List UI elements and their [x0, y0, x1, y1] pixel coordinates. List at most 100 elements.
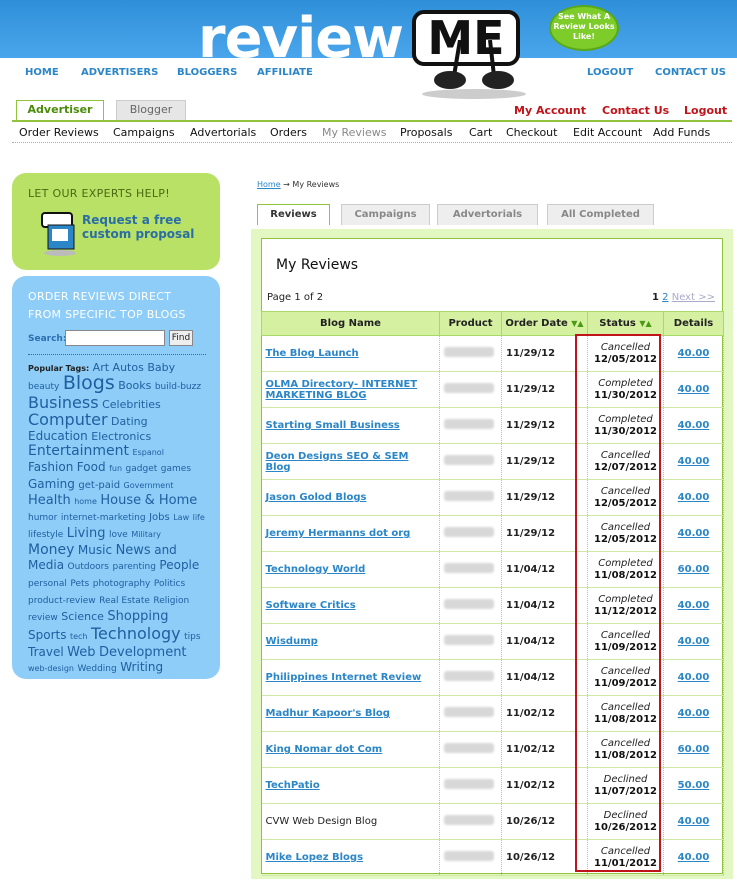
- request-proposal-link[interactable]: Request a free custom proposal: [82, 213, 212, 241]
- find-button[interactable]: Find: [169, 330, 193, 346]
- blog-name-link[interactable]: OLMA Directory- INTERNET MARKETING BLOG: [261, 371, 440, 408]
- tag-link[interactable]: Development: [99, 645, 187, 660]
- details-link[interactable]: 40.00: [663, 515, 724, 552]
- details-link[interactable]: 40.00: [663, 839, 724, 876]
- blog-name-link[interactable]: Software Critics: [261, 587, 440, 624]
- subnav-campaigns[interactable]: Campaigns: [113, 126, 175, 139]
- blog-name-link[interactable]: Wisdump: [261, 623, 440, 660]
- subnav-my-reviews[interactable]: My Reviews: [322, 126, 386, 139]
- logo-text[interactable]: review: [198, 10, 403, 58]
- tab-advertiser[interactable]: Advertiser: [16, 100, 104, 120]
- tag-link[interactable]: Technology: [91, 624, 181, 643]
- subnav-orders[interactable]: Orders: [270, 126, 307, 139]
- details-link[interactable]: 40.00: [663, 479, 724, 516]
- tag-link[interactable]: Religion: [153, 596, 189, 606]
- tag-link[interactable]: Sports: [28, 628, 66, 642]
- nav-affiliate[interactable]: AFFILIATE: [257, 67, 313, 78]
- subnav-advertorials[interactable]: Advertorials: [190, 126, 256, 139]
- page-2[interactable]: 2: [662, 292, 668, 303]
- tag-link[interactable]: Education: [28, 429, 88, 443]
- tag-link[interactable]: life: [193, 513, 205, 522]
- tag-link[interactable]: Outdoors: [68, 562, 109, 572]
- tag-link[interactable]: build-buzz: [155, 382, 201, 392]
- tag-link[interactable]: tips: [184, 632, 200, 642]
- blog-name-link[interactable]: TechPatio: [261, 767, 440, 804]
- blog-name-link[interactable]: Mike Lopez Blogs: [261, 839, 440, 876]
- contact-us-link[interactable]: Contact Us: [602, 104, 669, 117]
- tag-link[interactable]: People: [159, 558, 199, 572]
- tab-advertorials[interactable]: Advertorials: [437, 204, 538, 225]
- tag-link[interactable]: Law: [173, 513, 189, 522]
- tag-link[interactable]: web-design: [28, 664, 74, 673]
- tag-link[interactable]: games: [161, 464, 191, 474]
- tag-link[interactable]: get-paid: [78, 480, 120, 491]
- tag-link[interactable]: Jobs: [149, 512, 170, 523]
- col-order-date[interactable]: Order Date ▼▲: [501, 311, 588, 336]
- breadcrumb-home[interactable]: Home: [257, 180, 281, 189]
- tag-link[interactable]: & Home: [145, 493, 198, 508]
- tag-link[interactable]: Music: [78, 543, 112, 557]
- tag-link[interactable]: Electronics: [91, 430, 151, 443]
- subnav-add-funds[interactable]: Add Funds: [653, 126, 710, 139]
- tag-link[interactable]: beauty: [28, 382, 59, 392]
- details-link[interactable]: 40.00: [663, 623, 724, 660]
- tag-link[interactable]: Books: [118, 379, 151, 392]
- tag-link[interactable]: Government: [124, 481, 174, 490]
- details-link[interactable]: 40.00: [663, 443, 724, 480]
- nav-advertisers[interactable]: ADVERTISERS: [81, 67, 158, 78]
- tab-all-completed[interactable]: All Completed: [547, 204, 654, 225]
- tag-link[interactable]: Wedding: [77, 664, 116, 674]
- blog-name-link[interactable]: Technology World: [261, 551, 440, 588]
- tag-link[interactable]: Military: [131, 530, 161, 539]
- page-1[interactable]: 1: [652, 292, 659, 303]
- subnav-checkout[interactable]: Checkout: [506, 126, 557, 139]
- tag-link[interactable]: Real Estate: [99, 596, 150, 606]
- details-link[interactable]: 60.00: [663, 551, 724, 588]
- details-link[interactable]: 40.00: [663, 659, 724, 696]
- blog-name-link[interactable]: King Nomar dot Com: [261, 731, 440, 768]
- details-link[interactable]: 40.00: [663, 335, 724, 372]
- logout-link[interactable]: Logout: [684, 104, 727, 117]
- tag-link[interactable]: Espanol: [133, 448, 164, 457]
- tag-link[interactable]: Health: [28, 493, 71, 508]
- blog-name-link[interactable]: Deon Designs SEO & SEM Blog: [261, 443, 440, 480]
- blog-name-link[interactable]: Jason Golod Blogs: [261, 479, 440, 516]
- tag-link[interactable]: Politics: [154, 579, 185, 589]
- blog-name-link[interactable]: Madhur Kapoor's Blog: [261, 695, 440, 732]
- tag-link[interactable]: Pets: [70, 579, 89, 589]
- details-link[interactable]: 60.00: [663, 731, 724, 768]
- details-link[interactable]: 40.00: [663, 407, 724, 444]
- tag-link[interactable]: Science: [61, 610, 104, 623]
- tag-link[interactable]: personal: [28, 579, 67, 589]
- blog-name-link[interactable]: The Blog Launch: [261, 335, 440, 372]
- tag-link[interactable]: Celebrities: [102, 398, 161, 411]
- blog-name-link[interactable]: Starting Small Business: [261, 407, 440, 444]
- nav-contact-us[interactable]: CONTACT US: [655, 67, 726, 78]
- tag-link[interactable]: Living: [67, 526, 106, 541]
- tag-link[interactable]: House: [100, 493, 141, 508]
- tag-link[interactable]: News: [116, 543, 151, 558]
- sort-arrows-icon[interactable]: ▼▲: [639, 319, 651, 328]
- tag-link[interactable]: Baby: [147, 361, 175, 374]
- tag-link[interactable]: Computer: [28, 410, 108, 429]
- tag-link[interactable]: fun: [109, 464, 122, 473]
- tag-link[interactable]: parenting: [112, 562, 155, 572]
- subnav-proposals[interactable]: Proposals: [400, 126, 452, 139]
- tag-link[interactable]: Blogs: [63, 372, 115, 394]
- tag-link[interactable]: Fashion: [28, 460, 73, 474]
- col-status[interactable]: Status ▼▲: [587, 311, 664, 336]
- tag-link[interactable]: home: [74, 497, 97, 506]
- tag-link[interactable]: Money: [28, 542, 74, 558]
- tag-link[interactable]: product-review: [28, 596, 96, 606]
- expert-help-box[interactable]: LET OUR EXPERTS HELP! Request a free cus…: [12, 173, 220, 270]
- tag-link[interactable]: humor: [28, 513, 57, 523]
- tag-link[interactable]: Entertainment: [28, 443, 129, 459]
- tag-link[interactable]: tech: [70, 632, 88, 641]
- subnav-edit-account[interactable]: Edit Account: [573, 126, 642, 139]
- tab-reviews[interactable]: Reviews: [257, 204, 330, 225]
- subnav-cart[interactable]: Cart: [469, 126, 492, 139]
- nav-logout[interactable]: LOGOUT: [587, 67, 633, 78]
- details-link[interactable]: 50.00: [663, 767, 724, 804]
- tag-link[interactable]: Web: [67, 645, 95, 660]
- tag-link[interactable]: love: [109, 530, 128, 540]
